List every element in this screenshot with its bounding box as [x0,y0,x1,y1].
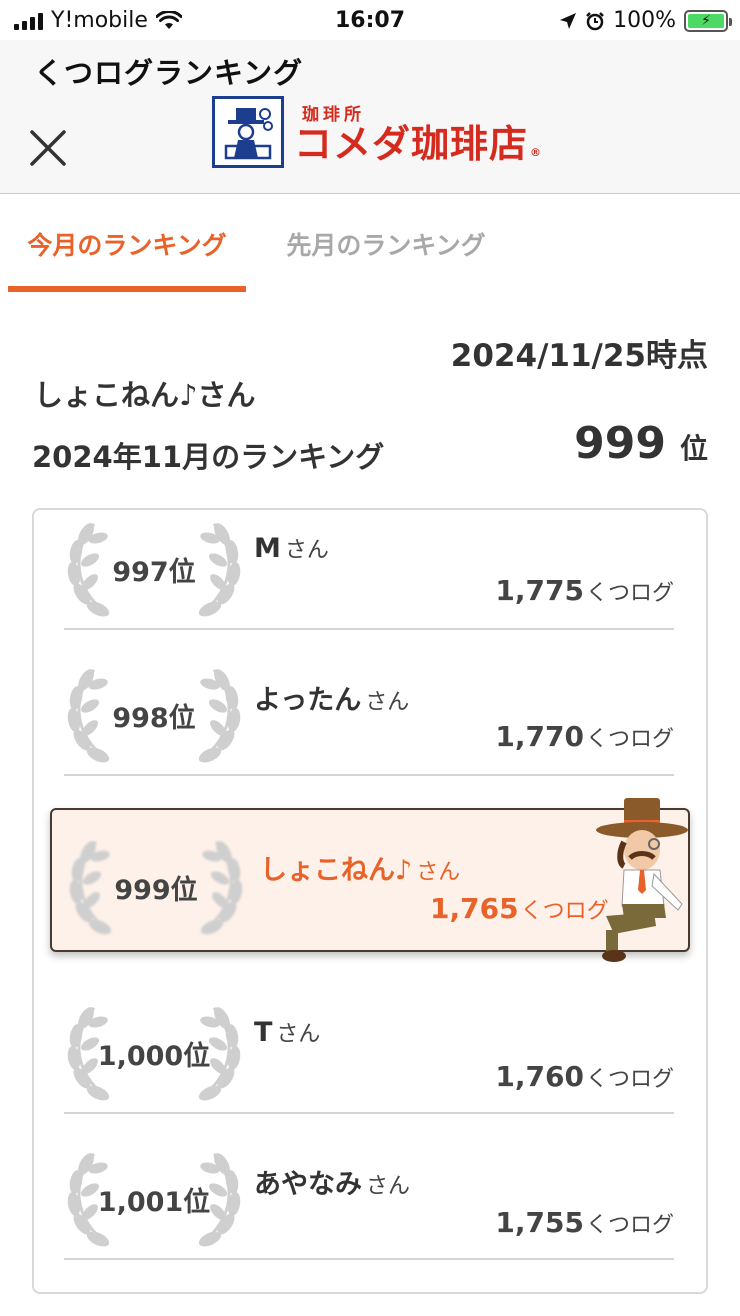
score-unit: くつログ [585,1067,674,1092]
tab-this-month[interactable]: 今月のランキング [8,208,246,292]
battery-icon: ⚡ [684,9,732,32]
battery-percent: 100% [613,8,676,33]
app-header: くつログランキング 珈琲所 コメダ珈琲店 ® [0,40,740,194]
close-icon [30,130,66,166]
score-value: 1,755 [495,1206,584,1239]
ranking-user-name: よったん [254,685,362,716]
honorific: さん [276,1022,321,1047]
location-arrow-icon [560,12,577,29]
status-bar: Y!mobile 16:07 100% ⚡ [0,0,740,40]
score-value: 1,760 [495,1060,584,1093]
rank-label: 997位 [112,556,196,588]
rank-wreath: 1,000位 [64,998,244,1108]
rank-label: 1,000位 [97,1040,211,1072]
logo-main-text: コメダ珈琲店 [294,121,529,166]
honorific: さん [284,538,329,563]
score: 1,770 くつログ [495,720,674,753]
ranking-row[interactable]: 1,000位 T さん 1,760 くつログ [64,974,674,1114]
score: 1,765 くつログ [430,892,609,925]
ranking-row[interactable]: 1,001位 あやなみ さん 1,755 くつログ [64,1120,674,1260]
logo-wordmark: 珈琲所 コメダ珈琲店 ® [294,100,542,165]
komeda-logo: 珈琲所 コメダ珈琲店 ® [212,96,542,168]
close-button[interactable] [26,126,70,170]
user-name: よったん さん [254,678,409,717]
user-name: あやなみ さん [254,1162,410,1201]
rank-wreath: 997位 [64,514,244,624]
honorific: さん [365,690,410,715]
status-right: 100% ⚡ [559,8,732,33]
my-rank-number: 999 [574,418,666,469]
logo-mark-icon [212,96,284,168]
ranking-tabs: 今月のランキング 先月のランキング [0,208,740,292]
mascot-gentleman-icon [596,798,688,962]
registered-mark: ® [530,145,543,159]
my-rank: 999 位 [574,418,708,469]
alarm-icon [586,11,604,30]
month-ranking-label: 2024年11月のランキング [32,440,385,474]
tab-last-month[interactable]: 先月のランキング [266,208,506,292]
rank-wreath: 1,001位 [64,1144,244,1254]
score-value: 1,775 [495,574,584,607]
logo-main: コメダ珈琲店 ® [294,121,543,166]
rank-label: 1,001位 [97,1186,211,1218]
score-unit: くつログ [585,581,674,606]
charging-bolt-icon: ⚡ [688,13,724,28]
score: 1,755 くつログ [495,1206,674,1239]
ranking-row[interactable]: 997位 M さん 1,775 くつログ [64,490,674,630]
rank-wreath: 998位 [64,660,244,770]
page-title: くつログランキング [34,56,304,90]
ranking-user-name: しょこねん♪ [260,855,413,886]
ranking-user-name: T [254,1017,273,1048]
score-value: 1,770 [495,720,584,753]
logo-subtitle: 珈琲所 [302,104,365,125]
ranking-user-name: あやなみ [254,1169,362,1200]
score-unit: くつログ [585,1213,674,1238]
ranking-row[interactable]: 998位 よったん さん 1,770 くつログ [64,636,674,776]
user-name: しょこねん♪さん [260,848,460,887]
user-name: M さん [254,532,329,564]
as-of-date: 2024/11/25時点 [450,338,708,374]
score: 1,760 くつログ [495,1060,674,1093]
score-value: 1,765 [430,892,519,925]
my-rank-unit: 位 [679,432,708,465]
user-name: しょこねん♪さん [34,378,256,412]
score-unit: くつログ [585,727,674,752]
score: 1,775 くつログ [495,574,674,607]
rank-label: 999位 [114,874,198,906]
user-name: T さん [254,1016,320,1048]
rank-label-wrap: 999位 [66,832,246,942]
honorific: さん [416,860,461,885]
honorific: さん [366,1174,411,1199]
rank-label: 998位 [112,702,196,734]
ranking-user-name: M [254,533,281,564]
